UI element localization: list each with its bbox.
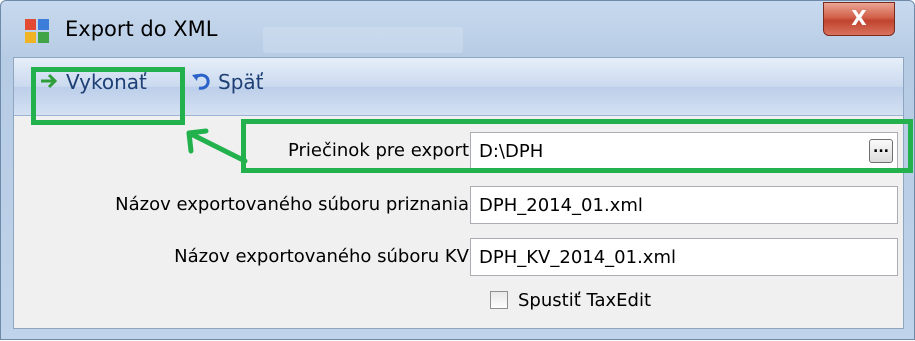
annotation-arrow xyxy=(186,128,248,164)
export-dialog: Export do XML X Vykonať Späť Priečinok p… xyxy=(0,0,915,340)
